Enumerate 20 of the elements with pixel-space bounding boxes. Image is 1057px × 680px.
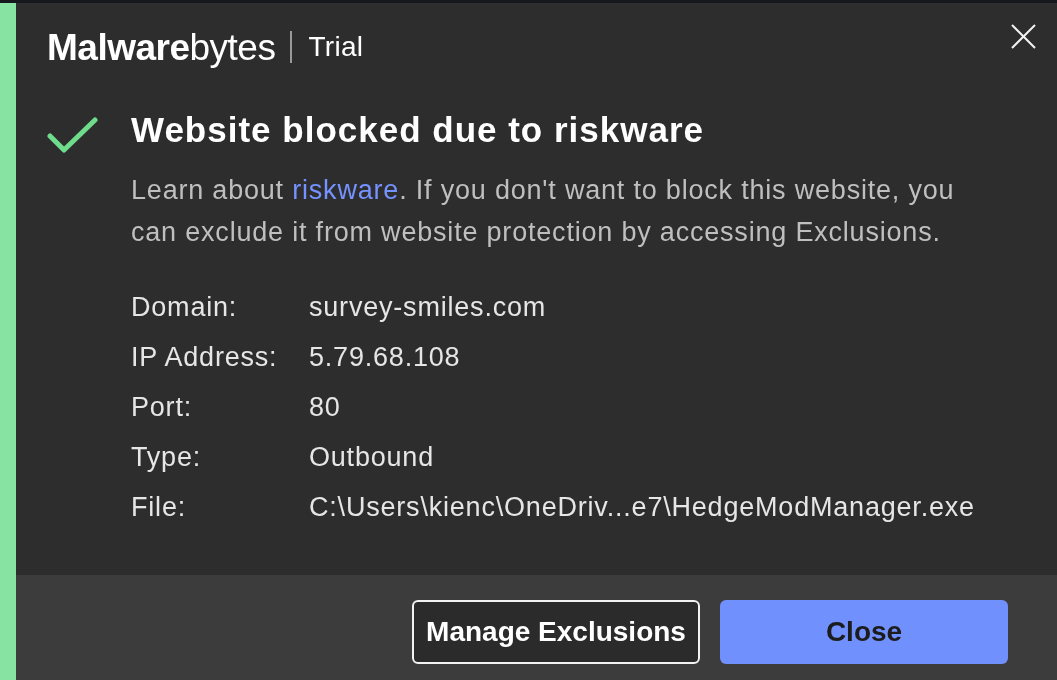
alert-message: Learn about riskware. If you don't want to block this website, you can exclude it from website protection by accessing Exclusions. (131, 174, 956, 249)
detail-value: C:\Users\kienc\OneDriv...e7\HedgeModManager.exe (309, 490, 975, 524)
edition-label: Trial (308, 33, 364, 61)
close-icon (1010, 23, 1036, 49)
manage-exclusions-button[interactable]: Manage Exclusions (412, 600, 700, 664)
detail-value: Outbound (309, 440, 434, 474)
alert-title: Website blocked due to riskware (131, 110, 706, 150)
detail-value: 5.79.68.108 (309, 340, 461, 374)
detail-label: IP Address: (131, 340, 279, 374)
checkmark-icon (47, 117, 98, 153)
detail-label: Port: (131, 390, 194, 424)
brand-logo: Malwarebytes (47, 28, 276, 66)
detail-label: Domain: (131, 290, 239, 324)
riskware-link[interactable]: riskware (292, 175, 400, 205)
detail-label: Type: (131, 440, 203, 474)
detail-label: File: (131, 490, 187, 524)
detail-value: 80 (309, 390, 341, 424)
detail-value: survey-smiles.com (309, 290, 547, 324)
close-button[interactable] (1008, 21, 1038, 51)
close-dialog-button[interactable]: Close (720, 600, 1008, 664)
